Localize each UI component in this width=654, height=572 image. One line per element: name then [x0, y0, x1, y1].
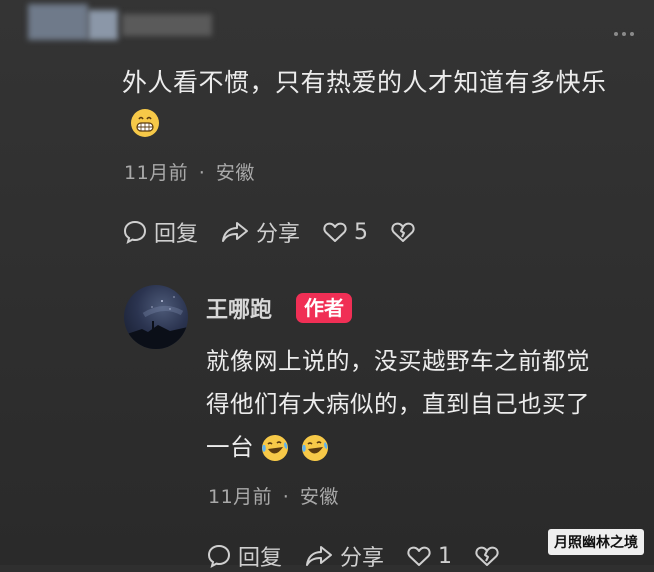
author-badge: 作者	[296, 293, 352, 323]
share-arrow-icon	[306, 546, 333, 566]
comment-screen: 外人看不惯，只有热爱的人才知道有多快乐 11月前 · 安徽 回复 分享 5 王哪…	[0, 0, 654, 571]
broken-heart-icon	[475, 546, 499, 566]
reply-meta: 11月前 · 安徽	[208, 482, 339, 509]
more-icon[interactable]	[614, 32, 634, 36]
author-name[interactable]: 王哪跑	[206, 292, 272, 324]
like-button[interactable]: 5	[322, 220, 368, 245]
share-arrow-icon	[222, 222, 249, 242]
dislike-button[interactable]	[474, 544, 500, 568]
reply-text-line3-wrap: 一台	[206, 426, 646, 469]
reply-text-line2: 得他们有大病似的，直到自己也买了	[206, 390, 590, 418]
broken-heart-icon	[391, 222, 415, 242]
reply-button[interactable]: 回复	[206, 540, 282, 572]
comment-bubble-icon	[123, 220, 147, 244]
blurred-username	[22, 0, 222, 46]
reply-location: 安徽	[299, 486, 339, 508]
reply-text-line3: 一台	[206, 433, 254, 461]
comment-bubble-icon	[207, 544, 231, 568]
watermark: 月照幽林之境	[548, 529, 644, 555]
reply-button[interactable]: 回复	[122, 216, 198, 248]
reply-text: 就像网上说的，没买越野车之前都觉 得他们有大病似的，直到自己也买了 一台	[206, 340, 646, 469]
reply-time: 11月前	[208, 486, 273, 508]
reply-actions: 回复 分享 1	[206, 540, 522, 572]
reply-label: 回复	[154, 222, 199, 247]
comment-location: 安徽	[215, 162, 255, 184]
grinning-face-emoji	[130, 108, 160, 138]
heart-icon	[407, 546, 431, 566]
comment-time: 11月前	[124, 162, 189, 184]
comment-meta: 11月前 · 安徽	[124, 158, 255, 185]
heart-icon	[323, 222, 347, 242]
share-button[interactable]: 分享	[304, 540, 384, 572]
share-button[interactable]: 分享	[220, 216, 300, 248]
reply-label: 回复	[238, 546, 283, 571]
like-count: 5	[354, 219, 369, 245]
share-label: 分享	[340, 546, 385, 571]
reply-text-line1: 就像网上说的，没买越野车之前都觉	[206, 347, 590, 375]
comment-actions: 回复 分享 5	[122, 216, 438, 248]
author-avatar[interactable]	[124, 285, 188, 349]
dislike-button[interactable]	[390, 220, 416, 244]
laughing-crying-emoji	[302, 434, 328, 461]
comment-text: 外人看不惯，只有热爱的人才知道有多快乐	[122, 68, 607, 97]
laughing-crying-emoji	[262, 434, 288, 461]
meta-separator: ·	[282, 486, 290, 508]
share-label: 分享	[256, 222, 301, 247]
meta-separator: ·	[198, 162, 206, 184]
